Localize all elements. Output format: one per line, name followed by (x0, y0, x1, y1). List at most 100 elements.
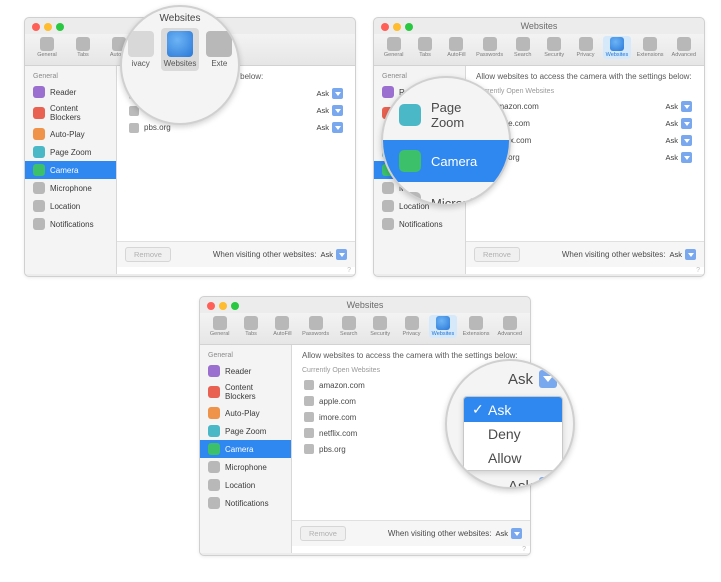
sidebar-item-page-zoom[interactable]: Page Zoom (25, 143, 116, 161)
footer-label: When visiting other websites: (213, 250, 317, 259)
footer-label: When visiting other websites: (562, 250, 666, 259)
default-permission-select[interactable]: Ask (495, 528, 522, 539)
mag-sidebar-camera[interactable]: Camera (383, 140, 509, 182)
window-title: Websites (200, 300, 530, 313)
close-window-icon[interactable] (32, 23, 40, 31)
mag-sidebar-page-zoom[interactable]: Page Zoom (383, 90, 509, 140)
reader-icon (33, 86, 45, 98)
menu-item-ask[interactable]: ✓Ask (464, 397, 562, 422)
sidebar-item-reader[interactable]: Reader (200, 362, 291, 380)
tab-security[interactable]: Security (540, 36, 567, 59)
close-window-icon[interactable] (207, 302, 215, 310)
tab-search[interactable]: Search (335, 315, 362, 338)
remove-button[interactable]: Remove (474, 247, 520, 262)
tab-privacy[interactable]: Privacy (572, 36, 599, 59)
favicon-icon (304, 444, 314, 454)
minimize-window-icon[interactable] (393, 23, 401, 31)
remove-button[interactable]: Remove (125, 247, 171, 262)
sidebar-item-location[interactable]: Location (200, 476, 291, 494)
resize-handle-icon[interactable]: ? (292, 546, 530, 553)
minimize-window-icon[interactable] (44, 23, 52, 31)
tab-extensions[interactable]: Extensions (461, 315, 492, 338)
minimize-window-icon[interactable] (219, 302, 227, 310)
resize-handle-icon[interactable]: ? (117, 267, 355, 274)
location-icon (33, 200, 45, 212)
sidebar-item-page-zoom[interactable]: Page Zoom (200, 422, 291, 440)
permission-select[interactable]: Ask (665, 118, 692, 129)
permission-select[interactable]: Ask (665, 152, 692, 163)
tab-tabs[interactable]: Tabs (237, 315, 264, 338)
sidebar-item-auto-play[interactable]: Auto-Play (25, 125, 116, 143)
sidebar-item-content-blockers[interactable]: Content Blockers (25, 101, 116, 125)
tab-advanced[interactable]: Advanced (496, 315, 524, 338)
sidebar-item-camera[interactable]: Camera (200, 440, 291, 458)
default-permission-select[interactable]: Ask (669, 249, 696, 260)
chevron-down-icon (332, 88, 343, 99)
chevron-down-icon (336, 249, 347, 260)
chevron-down-icon (511, 528, 522, 539)
permission-select[interactable]: Ask (316, 122, 343, 133)
menu-item-deny[interactable]: Deny (464, 422, 562, 446)
tab-search[interactable]: Search (509, 36, 536, 59)
puzzle-icon (643, 37, 657, 51)
favicon-icon (129, 123, 139, 133)
sidebar-item-camera[interactable]: Camera (25, 161, 116, 179)
sidebar-item-notifications[interactable]: Notifications (200, 494, 291, 512)
sidebar-item-content-blockers[interactable]: Content Blockers (200, 380, 291, 404)
tab-security[interactable]: Security (366, 315, 393, 338)
tab-advanced[interactable]: Advanced (670, 36, 698, 59)
sidebar-item-microphone[interactable]: Microphone (200, 458, 291, 476)
block-icon (33, 107, 45, 119)
permission-select[interactable]: Ask (665, 101, 692, 112)
sidebar-item-location[interactable]: Location (25, 197, 116, 215)
zoom-window-icon[interactable] (56, 23, 64, 31)
tab-autofill[interactable]: AutoFill (269, 315, 296, 338)
sidebar: General Reader Content Blockers Auto-Pla… (200, 345, 292, 553)
tab-tabs[interactable]: Tabs (67, 36, 99, 59)
permission-select[interactable]: Ask (665, 135, 692, 146)
tab-privacy[interactable]: Privacy (398, 315, 425, 338)
mag-tab-privacy[interactable]: ivacy (122, 28, 159, 71)
tab-general[interactable]: General (380, 36, 407, 59)
remove-button[interactable]: Remove (300, 526, 346, 541)
resize-handle-icon[interactable]: ? (466, 267, 704, 274)
bell-icon (382, 218, 394, 230)
sidebar-item-microphone[interactable]: Microphone (25, 179, 116, 197)
default-permission-select[interactable]: Ask (320, 249, 347, 260)
sidebar-item-notifications[interactable]: Notifications (374, 215, 465, 233)
camera-icon (33, 164, 45, 176)
tab-extensions[interactable]: Extensions (635, 36, 666, 59)
globe-icon (436, 316, 450, 330)
mag-tab-websites[interactable]: Websites (161, 28, 198, 71)
close-window-icon[interactable] (381, 23, 389, 31)
table-row[interactable]: pbs.orgAsk (123, 119, 349, 136)
autofill-icon (275, 316, 289, 330)
footer: Remove When visiting other websites: Ask (292, 520, 530, 546)
tab-passwords[interactable]: Passwords (474, 36, 505, 59)
sidebar-item-notifications[interactable]: Notifications (25, 215, 116, 233)
tab-passwords[interactable]: Passwords (300, 315, 331, 338)
table-row[interactable]: amazon.comAsk (472, 98, 698, 115)
magnifier-dropdown: Ask ✓Ask Deny Allow Ask (445, 359, 575, 489)
tab-websites[interactable]: Websites (603, 36, 630, 59)
tab-tabs[interactable]: Tabs (411, 36, 438, 59)
tab-autofill[interactable]: AutoFill (443, 36, 470, 59)
tab-websites[interactable]: Websites (429, 315, 456, 338)
menu-item-allow[interactable]: Allow (464, 446, 562, 470)
zoom-window-icon[interactable] (405, 23, 413, 31)
permission-select[interactable]: Ask (316, 88, 343, 99)
zoom-window-icon[interactable] (231, 302, 239, 310)
sidebar-item-reader[interactable]: Reader (25, 83, 116, 101)
puzzle-icon (206, 31, 232, 57)
magnifier-toolbar: Websites ivacy Websites Exte (120, 5, 240, 125)
camera-icon (399, 150, 421, 172)
permission-select[interactable]: Ask (316, 105, 343, 116)
autofill-icon (449, 37, 463, 51)
tab-general[interactable]: General (206, 315, 233, 338)
globe-icon (167, 31, 193, 57)
sidebar-item-auto-play[interactable]: Auto-Play (200, 404, 291, 422)
footer: Remove When visiting other websites: Ask (466, 241, 704, 267)
chevron-down-icon (681, 152, 692, 163)
tab-general[interactable]: General (31, 36, 63, 59)
tabs-icon (76, 37, 90, 51)
